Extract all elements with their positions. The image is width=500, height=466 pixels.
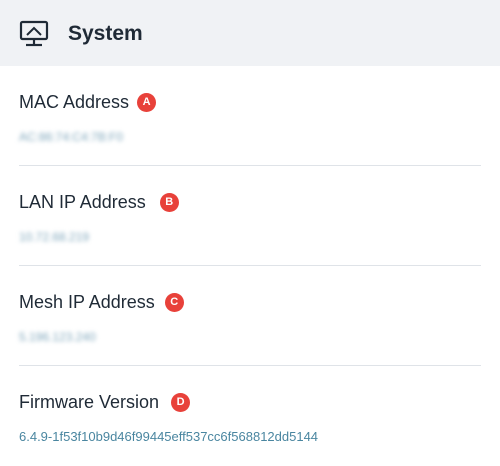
field-row-mesh-ip-address: Mesh IP Address C 5.196.123.240 — [19, 266, 481, 366]
annotation-badge: D — [171, 392, 191, 412]
field-row-mac-address: MAC Address A AC:86:74:C4:7B:F0 — [19, 66, 481, 166]
section-title: System — [68, 22, 143, 45]
firmware-version-value: 6.4.9-1f53f10b9d46f99445eff537cc6f568812… — [19, 429, 319, 444]
field-row-lan-ip-address: LAN IP Address B 10.72.68.219 — [19, 166, 481, 266]
annotation-badge: B — [159, 192, 179, 212]
annotation-badge: A — [137, 92, 157, 112]
field-value: 5.196.123.240 — [19, 330, 96, 344]
monitor-icon — [19, 20, 49, 48]
field-row-firmware-version: Firmware Version D 6.4.9-1f53f10b9d46f99… — [19, 366, 481, 466]
field-label: LAN IP Address — [19, 192, 146, 212]
field-label: Firmware Version — [19, 392, 160, 412]
field-value: AC:86:74:C4:7B:F0 — [19, 130, 124, 144]
field-label: MAC Address — [19, 92, 130, 112]
system-info-list: MAC Address A AC:86:74:C4:7B:F0 LAN IP A… — [19, 66, 481, 466]
annotation-badge: C — [164, 292, 184, 312]
field-value: 10.72.68.219 — [19, 230, 90, 244]
field-label: Mesh IP Address — [19, 292, 155, 312]
section-header: System — [0, 0, 500, 66]
